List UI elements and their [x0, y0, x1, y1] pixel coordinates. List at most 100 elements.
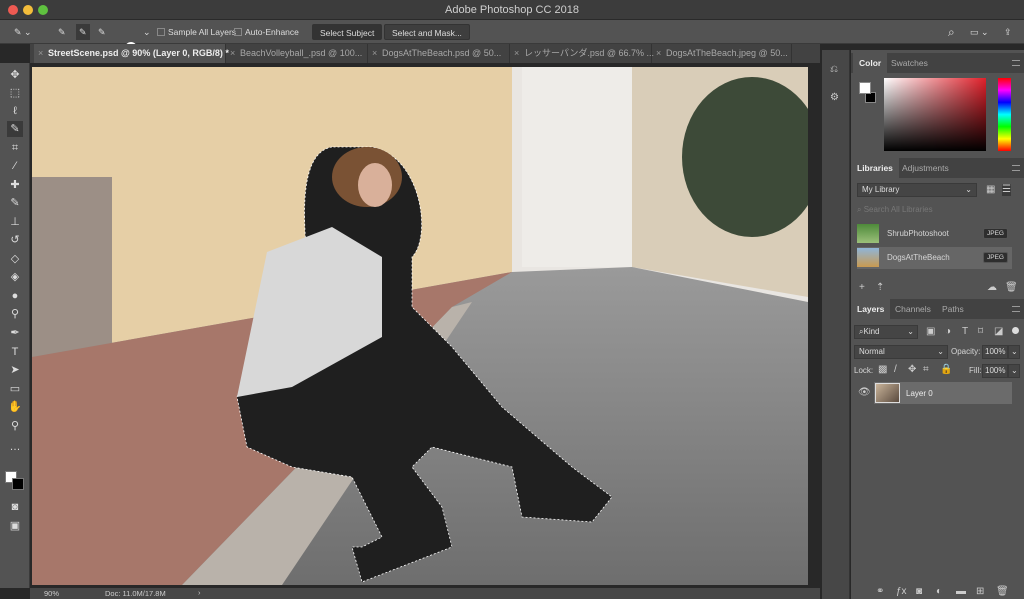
lock-pixels-icon[interactable]: / [894, 364, 897, 376]
eraser-tool-icon[interactable]: ◇ [7, 251, 23, 267]
fill-dropdown[interactable]: ⌄ [1008, 364, 1020, 378]
tab-paths[interactable]: Paths [936, 299, 970, 319]
adjustment-filter-icon[interactable]: ◑ [945, 326, 951, 338]
close-tab-icon[interactable]: × [656, 44, 661, 63]
grid-view-icon[interactable]: ▦ [986, 184, 995, 196]
screen-mode-icon[interactable]: ▣ [7, 518, 23, 534]
add-to-selection-icon[interactable]: ✎ [76, 24, 90, 40]
layer-style-icon[interactable]: ƒx [896, 586, 907, 598]
smart-object-filter-icon[interactable]: ◪ [994, 326, 1003, 338]
clone-stamp-icon[interactable]: ⊥ [7, 214, 23, 230]
new-selection-icon[interactable]: ✎ [58, 24, 66, 40]
lasso-tool-icon[interactable]: ℓ [7, 103, 23, 119]
blend-mode-dropdown[interactable]: Normal ⌄ [854, 345, 948, 359]
link-layers-icon[interactable]: ⚭ [876, 586, 884, 598]
workspace-icon[interactable]: ▭ ⌄ [970, 24, 989, 40]
history-panel-icon[interactable]: ⎌ [830, 64, 838, 76]
new-layer-icon[interactable]: ⊞ [976, 586, 984, 598]
pen-tool-icon[interactable]: ✒ [7, 325, 23, 341]
subtract-from-selection-icon[interactable]: ✎ [98, 24, 106, 40]
tab-swatches[interactable]: Swatches [885, 53, 934, 73]
tab-beachvolleyball[interactable]: × BeachVolleyball_.psd @ 100... [226, 44, 368, 63]
pixel-filter-icon[interactable]: ▣ [926, 326, 935, 338]
layer-row[interactable]: 👁 Layer 0 [854, 382, 1012, 404]
library-search-input[interactable]: ⌕ Search All Libraries [857, 205, 1017, 218]
status-menu-arrow[interactable]: › [198, 588, 201, 597]
quick-mask-icon[interactable]: ◙ [7, 499, 23, 515]
opacity-input[interactable]: 100% [982, 345, 1008, 359]
tool-preset-picker[interactable]: ✎ ⌄ [14, 24, 32, 40]
lock-artboard-icon[interactable]: ⌗ [923, 364, 929, 376]
foreground-color[interactable] [859, 82, 871, 94]
hand-tool-icon[interactable]: ✋ [7, 399, 23, 415]
marquee-tool-icon[interactable]: ⬚ [7, 85, 23, 101]
path-selection-icon[interactable]: ➤ [7, 362, 23, 378]
fill-input[interactable]: 100% [982, 364, 1008, 378]
filter-toggle[interactable] [1012, 327, 1019, 334]
upload-icon[interactable]: ⇡ [876, 282, 884, 294]
quick-selection-tool-icon[interactable]: ✎ [7, 121, 23, 137]
tab-libraries[interactable]: Libraries [851, 158, 899, 178]
lock-transparent-icon[interactable]: ▩ [878, 364, 887, 376]
trash-icon[interactable]: 🗑 [1005, 282, 1018, 294]
properties-panel-icon[interactable]: ⚙ [830, 92, 839, 104]
delete-layer-icon[interactable]: 🗑 [996, 586, 1009, 598]
lock-position-icon[interactable]: ✥ [908, 364, 916, 376]
library-dropdown[interactable]: My Library ⌄ [857, 183, 977, 197]
type-tool-icon[interactable]: T [7, 344, 23, 360]
tab-adjustments[interactable]: Adjustments [896, 158, 955, 178]
tab-dogsatthebeach-psd[interactable]: × DogsAtTheBeach.psd @ 50... [368, 44, 510, 63]
cloud-sync-icon[interactable]: ☁ [987, 282, 997, 294]
panel-menu-icon[interactable] [1012, 60, 1020, 66]
opacity-dropdown[interactable]: ⌄ [1008, 345, 1020, 359]
crop-tool-icon[interactable]: ⌗ [7, 140, 23, 156]
list-view-icon[interactable]: ☰ [1002, 184, 1011, 196]
rectangle-tool-icon[interactable]: ▭ [7, 381, 23, 397]
type-filter-icon[interactable]: T [962, 326, 968, 338]
layer-filter-dropdown[interactable]: ⌕Kind ⌄ [854, 325, 918, 339]
history-brush-icon[interactable]: ↺ [7, 232, 23, 248]
tab-streetscene[interactable]: × StreetScene.psd @ 90% (Layer 0, RGB/8) … [34, 44, 229, 63]
color-field[interactable] [884, 78, 986, 151]
add-mask-icon[interactable]: ◙ [916, 586, 922, 598]
background-color-swatch[interactable] [12, 478, 24, 490]
tab-dogsatthebeach-jpeg[interactable]: × DogsAtTheBeach.jpeg @ 50... [652, 44, 792, 63]
tab-layers[interactable]: Layers [851, 299, 891, 319]
library-item[interactable]: DogsAtTheBeach JPEG [857, 247, 1012, 269]
close-tab-icon[interactable]: × [230, 44, 235, 63]
eyedropper-tool-icon[interactable]: ⁄ [7, 158, 23, 174]
add-content-icon[interactable]: + [859, 282, 865, 294]
dodge-tool-icon[interactable]: ⚲ [7, 306, 23, 322]
auto-enhance-checkbox[interactable]: Auto-Enhance [234, 24, 299, 40]
tab-color[interactable]: Color [853, 53, 888, 73]
blur-tool-icon[interactable]: ● [7, 288, 23, 304]
new-group-icon[interactable]: ▬ [956, 586, 966, 598]
canvas-image[interactable] [32, 67, 808, 585]
close-tab-icon[interactable]: × [38, 44, 43, 63]
panel-menu-icon[interactable] [1012, 165, 1020, 171]
eye-icon[interactable]: 👁 [858, 387, 871, 399]
tab-lesser-panda[interactable]: × レッサーパンダ.psd @ 66.7% ... [510, 44, 654, 63]
library-item[interactable]: ShrubPhotoshoot JPEG [857, 223, 1012, 245]
adjustment-layer-icon[interactable]: ◐ [936, 586, 942, 598]
more-tools-icon[interactable]: … [7, 439, 23, 455]
lock-all-icon[interactable]: 🔒 [940, 364, 952, 376]
brush-tool-icon[interactable]: ✎ [7, 195, 23, 211]
sample-all-layers-checkbox[interactable]: Sample All Layers [157, 24, 236, 40]
tab-channels[interactable]: Channels [889, 299, 937, 319]
paint-bucket-icon[interactable]: ◈ [7, 269, 23, 285]
healing-brush-icon[interactable]: ✚ [7, 177, 23, 193]
shape-filter-icon[interactable]: ⌑ [978, 326, 983, 338]
panel-menu-icon[interactable] [1012, 306, 1020, 312]
close-tab-icon[interactable]: × [514, 44, 519, 63]
search-icon[interactable]: ⌕ [948, 24, 955, 40]
zoom-level[interactable]: 90% [44, 589, 59, 598]
zoom-tool-icon[interactable]: ⚲ [7, 418, 23, 434]
close-tab-icon[interactable]: × [372, 44, 377, 63]
brush-dropdown-icon[interactable]: ⌄ [143, 24, 151, 40]
select-and-mask-button[interactable]: Select and Mask... [384, 24, 470, 40]
move-tool-icon[interactable]: ✥ [7, 67, 23, 83]
select-subject-button[interactable]: Select Subject [312, 24, 383, 40]
share-icon[interactable]: ⇪ [1004, 24, 1012, 40]
hue-slider[interactable] [998, 78, 1011, 151]
